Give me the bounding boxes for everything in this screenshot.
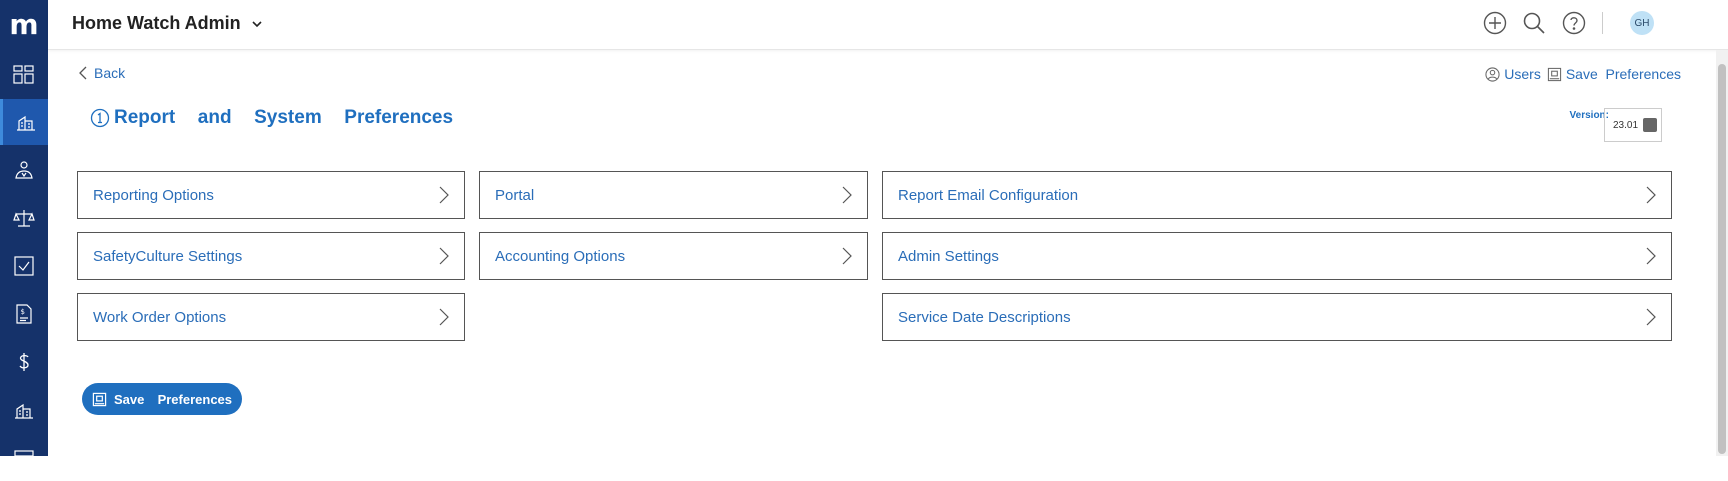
save-preferences-link[interactable]: Save Preferences [1547, 66, 1681, 82]
save-preferences-label: Save Preferences [1566, 66, 1681, 82]
card-admin-settings[interactable]: Admin Settings [882, 232, 1672, 280]
save-button-label: Save Preferences [114, 392, 232, 407]
card-label: Admin Settings [898, 248, 999, 265]
dollar-icon[interactable] [0, 339, 48, 385]
card-service-date-descriptions[interactable]: Service Date Descriptions [882, 293, 1672, 341]
card-label: Portal [495, 187, 534, 204]
user-icon [1485, 67, 1500, 82]
divider [1602, 12, 1603, 34]
card-reporting-options[interactable]: Reporting Options [77, 171, 465, 219]
chevron-right-icon [1645, 247, 1657, 265]
calendar-icon[interactable] [0, 435, 48, 481]
back-label: Back [94, 65, 125, 81]
chevron-down-icon [251, 18, 263, 30]
svg-text:$: $ [21, 308, 25, 316]
building-icon[interactable] [0, 387, 48, 433]
card-label: Report Email Configuration [898, 187, 1078, 204]
chevron-left-icon [78, 66, 88, 80]
chevron-right-icon [841, 247, 853, 265]
scrollbar[interactable] [1716, 50, 1728, 456]
version-value: 23.01 [1613, 120, 1638, 131]
info-icon [90, 108, 110, 128]
card-work-order-options[interactable]: Work Order Options [77, 293, 465, 341]
card-label: Work Order Options [93, 309, 226, 326]
card-report-email-configuration[interactable]: Report Email Configuration [882, 171, 1672, 219]
card-label: Accounting Options [495, 248, 625, 265]
property-icon[interactable] [0, 99, 48, 145]
inspector-icon[interactable] [0, 147, 48, 193]
card-accounting-options[interactable]: Accounting Options [479, 232, 868, 280]
dashboard-icon[interactable] [0, 52, 48, 98]
chevron-right-icon [841, 186, 853, 204]
avatar[interactable]: GH [1630, 11, 1654, 35]
save-icon [92, 392, 107, 407]
calendar-icon [1643, 118, 1657, 132]
scrollbar-thumb[interactable] [1718, 64, 1726, 454]
chevron-right-icon [1645, 308, 1657, 326]
card-safetyculture-settings[interactable]: SafetyCulture Settings [77, 232, 465, 280]
card-label: SafetyCulture Settings [93, 248, 242, 265]
app-title: Home Watch Admin [72, 13, 241, 34]
users-label: Users [1504, 66, 1541, 82]
page-title-wrap: Report and System Preferences [90, 107, 453, 129]
chevron-right-icon [438, 247, 450, 265]
app-switcher[interactable]: Home Watch Admin [72, 13, 263, 34]
top-bar: Home Watch Admin GH [48, 0, 1728, 50]
version-select[interactable]: 23.01 [1604, 108, 1662, 142]
logo[interactable]: m [0, 0, 48, 48]
chevron-right-icon [438, 308, 450, 326]
help-icon[interactable] [1562, 11, 1586, 35]
users-link[interactable]: Users [1485, 66, 1541, 82]
scale-icon[interactable] [0, 195, 48, 241]
chevron-right-icon [1645, 186, 1657, 204]
save-icon [1547, 67, 1562, 82]
add-icon[interactable] [1483, 11, 1507, 35]
save-preferences-button[interactable]: Save Preferences [82, 383, 242, 415]
chevron-right-icon [438, 186, 450, 204]
card-label: Reporting Options [93, 187, 214, 204]
card-label: Service Date Descriptions [898, 309, 1071, 326]
invoice-icon[interactable]: $ [0, 291, 48, 337]
main-content: Back Users Save Preferences Report and S… [48, 50, 1716, 456]
sidebar: m $ [0, 0, 48, 456]
back-link[interactable]: Back [78, 65, 125, 81]
search-icon[interactable] [1522, 11, 1546, 35]
page-title: Report and System Preferences [114, 107, 453, 129]
checklist-icon[interactable] [0, 243, 48, 289]
top-links: Users Save Preferences [1485, 66, 1681, 82]
card-portal[interactable]: Portal [479, 171, 868, 219]
